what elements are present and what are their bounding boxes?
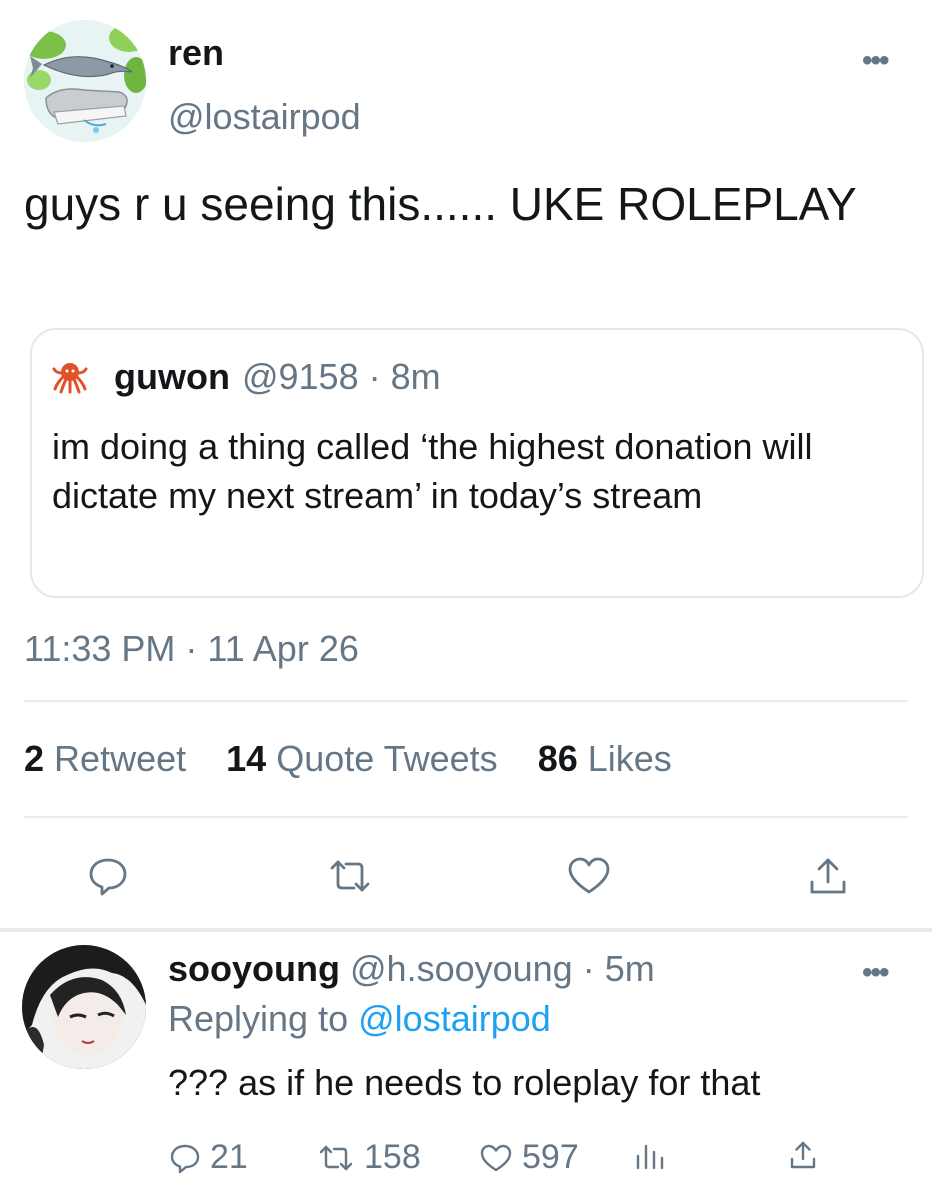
reply-author-name[interactable]: sooyoung bbox=[168, 948, 340, 989]
reply-author-avatar[interactable] bbox=[22, 945, 146, 1069]
reply-retweet-action[interactable]: 158 bbox=[316, 1138, 421, 1177]
retweet-count: 158 bbox=[364, 1138, 421, 1176]
more-options-icon[interactable]: ••• bbox=[862, 44, 889, 78]
quoted-tweet-header: guwon @9158 · 8m bbox=[52, 356, 441, 398]
likes-link[interactable]: 86 Likes bbox=[538, 738, 672, 780]
reply-share-icon[interactable] bbox=[786, 1138, 820, 1172]
tweet-timestamp[interactable]: 11:33 PM · 11 Apr 26 bbox=[24, 628, 359, 670]
tweet-text: guys r u seeing this...... UKE ROLEPLAY bbox=[24, 178, 857, 230]
like-count: 597 bbox=[522, 1138, 579, 1176]
share-icon[interactable] bbox=[804, 852, 852, 900]
quote-tweets-link[interactable]: 14 Quote Tweets bbox=[226, 738, 498, 780]
reply-like-action[interactable]: 597 bbox=[478, 1138, 579, 1177]
octopus-icon bbox=[52, 359, 88, 395]
quoted-author-meta: @9158 · 8m bbox=[241, 356, 441, 397]
reply-reply-action[interactable]: 21 bbox=[168, 1138, 248, 1177]
quoted-tweet-card[interactable]: guwon @9158 · 8m im doing a thing called… bbox=[30, 328, 924, 598]
quoted-author-name: guwon bbox=[114, 356, 230, 397]
reply-more-options-icon[interactable]: ••• bbox=[862, 956, 889, 990]
replying-to: Replying to @lostairpod bbox=[168, 998, 551, 1040]
retweet-icon[interactable] bbox=[324, 852, 376, 900]
analytics-icon[interactable] bbox=[632, 1138, 668, 1172]
divider bbox=[24, 816, 908, 818]
divider bbox=[24, 700, 908, 702]
author-name[interactable]: ren bbox=[168, 32, 224, 74]
reply-header: sooyoung @h.sooyoung · 5m bbox=[168, 948, 655, 990]
reply-count: 21 bbox=[210, 1138, 248, 1176]
tweet-stats: 2 Retweet 14 Quote Tweets 86 Likes bbox=[24, 738, 702, 780]
reply-author-meta: @h.sooyoung · 5m bbox=[350, 948, 655, 989]
heart-small-icon bbox=[478, 1141, 514, 1175]
section-divider bbox=[0, 928, 932, 932]
replying-to-handle-link[interactable]: @lostairpod bbox=[358, 998, 551, 1039]
like-heart-icon[interactable] bbox=[564, 852, 614, 900]
replying-to-label: Replying to bbox=[168, 998, 349, 1039]
reply-text: ??? as if he needs to roleplay for that bbox=[168, 1062, 761, 1103]
reply-bubble-icon bbox=[168, 1141, 202, 1175]
retweet-small-icon bbox=[316, 1141, 356, 1175]
quoted-tweet-text: im doing a thing called ‘the highest don… bbox=[52, 426, 813, 516]
retweet-count-link[interactable]: 2 Retweet bbox=[24, 738, 186, 780]
reply-icon[interactable] bbox=[84, 852, 132, 900]
author-avatar[interactable] bbox=[24, 20, 146, 142]
author-handle[interactable]: @lostairpod bbox=[168, 96, 361, 138]
